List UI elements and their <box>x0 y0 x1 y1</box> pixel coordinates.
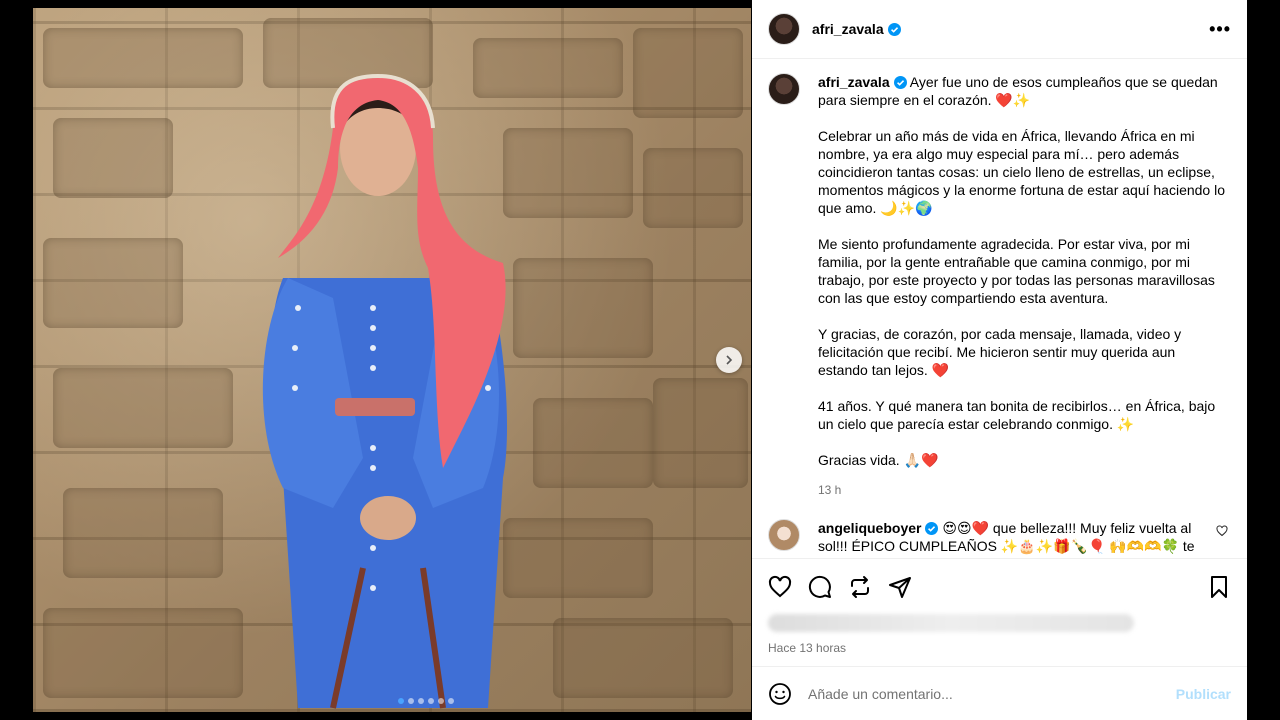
author-avatar[interactable] <box>768 13 800 46</box>
post-time-ago: Hace 13 horas <box>768 640 847 655</box>
right-backdrop <box>1247 0 1280 720</box>
caption-paragraph: afri_zavala Ayer fue uno de esos cumplea… <box>818 73 1226 109</box>
carousel-dot <box>428 698 434 704</box>
caption-author-avatar[interactable] <box>768 73 800 106</box>
carousel-dots <box>398 698 454 704</box>
post-actions-bar <box>752 565 1247 609</box>
comments-section[interactable]: afri_zavala Ayer fue uno de esos cumplea… <box>752 59 1247 560</box>
commenter-username[interactable]: angeliqueboyer <box>818 520 939 536</box>
likes-summary-blurred[interactable] <box>752 609 1247 637</box>
post-photo[interactable] <box>33 8 751 712</box>
caption-text-6: Gracias vida. 🙏🏻❤️ <box>818 452 939 469</box>
smiley-icon <box>769 682 791 705</box>
publish-comment-button[interactable]: Publicar <box>1176 686 1231 702</box>
chevron-right-icon <box>726 355 733 365</box>
comment-input[interactable]: Añade un comentario... <box>808 686 953 702</box>
share-button[interactable] <box>888 575 912 599</box>
carousel-dot <box>448 698 454 704</box>
commenter-avatar[interactable] <box>768 519 800 552</box>
repost-arrows-icon <box>851 576 869 599</box>
author-username[interactable]: afri_zavala <box>812 21 901 37</box>
caption-username[interactable]: afri_zavala <box>818 74 907 90</box>
carousel-dot <box>438 698 444 704</box>
caption-text-5: 41 años. Y qué manera tan bonita de reci… <box>818 398 1216 433</box>
post-header: afri_zavala ••• <box>752 0 1247 60</box>
comment-item: angeliqueboyer 😍😍❤️ que belleza!!! Muy f… <box>768 519 1231 558</box>
post-caption: afri_zavala Ayer fue uno de esos cumplea… <box>768 73 1231 499</box>
carousel-dot <box>408 698 414 704</box>
like-button[interactable] <box>768 575 792 599</box>
repost-button[interactable] <box>848 575 872 599</box>
like-comment-heart-icon[interactable] <box>1216 525 1228 537</box>
comment-button[interactable] <box>808 575 832 599</box>
more-options-icon[interactable]: ••• <box>1209 19 1231 40</box>
paper-plane-icon <box>889 577 911 599</box>
carousel-next-button[interactable] <box>716 347 742 373</box>
woman-in-blue-dress-figure <box>262 73 508 709</box>
emoji-picker-button[interactable] <box>768 682 792 706</box>
verified-badge-icon <box>925 522 939 536</box>
save-button[interactable] <box>1207 575 1231 599</box>
verified-badge-icon <box>893 76 907 90</box>
caption-text-3: Me siento profundamente agradecida. Por … <box>818 236 1215 307</box>
add-comment-bar: Añade un comentario... Publicar <box>752 666 1247 720</box>
carousel-dot <box>418 698 424 704</box>
caption-text-4: Y gracias, de corazón, por cada mensaje,… <box>818 326 1182 379</box>
blurred-likes-text <box>768 613 1134 632</box>
speech-bubble-icon <box>808 575 831 599</box>
bookmark-icon <box>1211 576 1227 599</box>
carousel-dot-active <box>398 698 404 704</box>
heart-icon <box>768 575 792 598</box>
instagram-post-modal: afri_zavala ••• afri_zavala Ayer fue uno… <box>0 0 1280 720</box>
post-side-panel: afri_zavala ••• afri_zavala Ayer fue uno… <box>752 0 1247 720</box>
verified-badge-icon <box>887 23 901 37</box>
caption-timestamp[interactable]: 13 h <box>818 481 1226 499</box>
caption-text-2: Celebrar un año más de vida en África, l… <box>818 128 1226 217</box>
